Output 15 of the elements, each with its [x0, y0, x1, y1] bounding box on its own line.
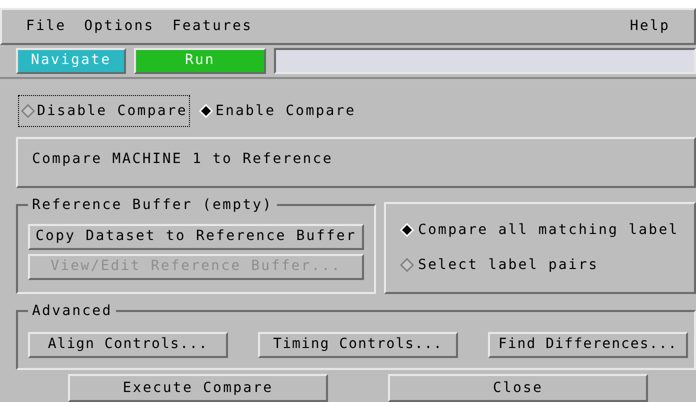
- footer-button[interactable]: Close: [388, 374, 648, 402]
- action-button[interactable]: Align Controls...: [28, 332, 228, 358]
- radio-option[interactable]: Disable Compare: [18, 95, 190, 128]
- action-button[interactable]: Copy Dataset to Reference Buffer: [28, 224, 364, 250]
- footer-button[interactable]: Execute Compare: [68, 374, 328, 402]
- action-button[interactable]: Find Differences...: [488, 332, 688, 358]
- radio-option[interactable]: Enable Compare: [196, 95, 359, 128]
- action-button[interactable]: Timing Controls...: [258, 332, 458, 358]
- radio-option[interactable]: Select label pairs: [400, 254, 694, 276]
- description-text: Compare MACHINE 1 to Reference: [32, 151, 333, 168]
- menu-item[interactable]: File: [26, 16, 66, 37]
- menu-item[interactable]: Options: [84, 16, 154, 37]
- menu-item[interactable]: Features: [172, 16, 253, 37]
- menu-item[interactable]: Help: [630, 16, 670, 37]
- radio-option[interactable]: Compare all matching label: [400, 220, 694, 241]
